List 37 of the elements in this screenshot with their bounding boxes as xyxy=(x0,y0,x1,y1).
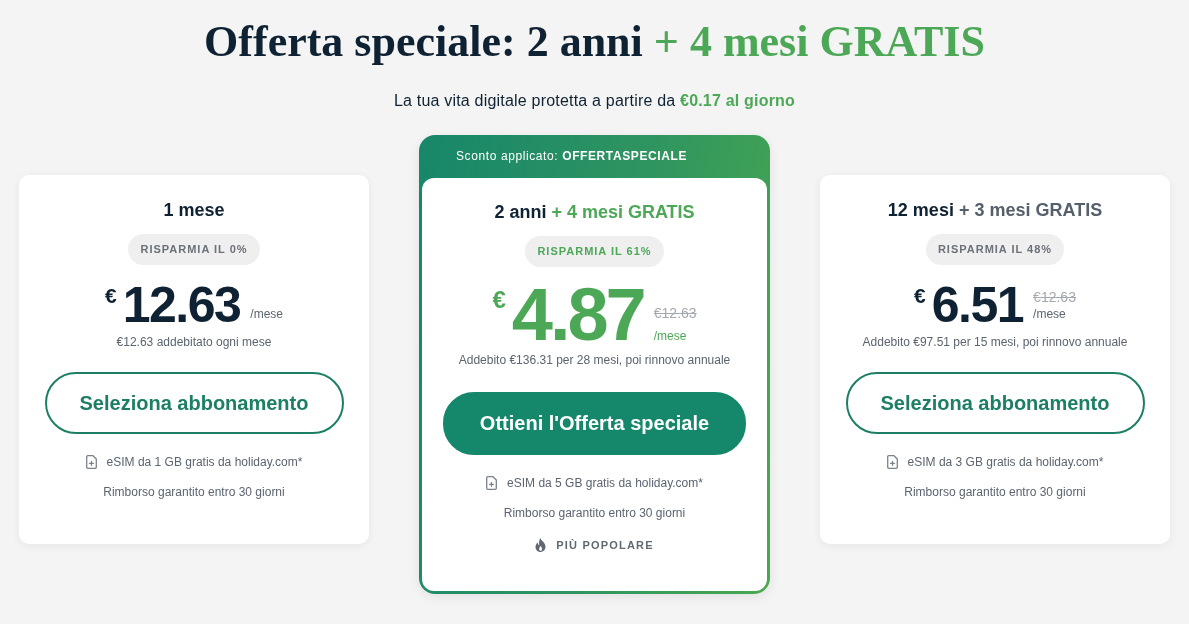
price-unit: /mese xyxy=(653,328,687,344)
price-currency: € xyxy=(492,288,506,312)
esim-offer-text: eSIM da 5 GB gratis da holiday.com* xyxy=(507,475,703,491)
billing-note: Addebito €97.51 per 15 mesi, poi rinnovo annuale xyxy=(862,334,1128,350)
select-plan-button[interactable]: Seleziona abbonamento xyxy=(845,372,1145,434)
price-unit: /mese xyxy=(250,306,283,322)
price-unit: /mese xyxy=(1033,306,1066,322)
esim-offer-text: eSIM da 3 GB gratis da holiday.com* xyxy=(907,454,1104,470)
price-currency: € xyxy=(914,284,926,308)
sim-card-icon xyxy=(886,455,898,469)
old-price: €12.63 xyxy=(653,304,697,322)
old-price: €12.63 xyxy=(1033,288,1076,306)
sim-card-icon xyxy=(486,476,498,490)
select-plan-button[interactable]: Seleziona abbonamento xyxy=(44,372,344,434)
plan-title: 12 mesi + 3 mesi GRATIS xyxy=(887,199,1103,221)
savings-badge: RISPARMIA IL 48% xyxy=(925,234,1065,265)
popular-label: PIÙ POPOLARE xyxy=(556,538,654,553)
plan-title: 2 anni + 4 mesi GRATIS xyxy=(494,201,695,223)
page-title: Offerta speciale: 2 anni + 4 mesi GRATIS xyxy=(204,16,985,68)
select-plan-button[interactable]: Ottieni l'Offerta speciale xyxy=(443,392,746,455)
refund-note: Rimborso garantito entro 30 giorni xyxy=(904,484,1086,500)
billing-note: €12.63 addebitato ogni mese xyxy=(116,334,272,350)
flame-icon xyxy=(535,538,547,552)
price-amount: 6.51 xyxy=(931,280,1024,330)
savings-badge: RISPARMIA IL 0% xyxy=(128,234,260,265)
sim-card-icon xyxy=(85,455,97,469)
price-currency: € xyxy=(105,284,117,308)
refund-note: Rimborso garantito entro 30 giorni xyxy=(103,484,285,500)
price-amount: 4.87 xyxy=(511,282,644,348)
esim-offer-text: eSIM da 1 GB gratis da holiday.com* xyxy=(106,454,303,470)
page-subtitle: La tua vita digitale protetta a partire da €0.17 al giorno xyxy=(393,91,796,111)
refund-note: Rimborso garantito entro 30 giorni xyxy=(503,505,686,521)
savings-badge: RISPARMIA IL 61% xyxy=(525,236,664,267)
price-amount: 12.63 xyxy=(122,280,241,330)
plan-title: 1 mese xyxy=(163,199,225,221)
billing-note: Addebito €136.31 per 28 mesi, poi rinnovo annuale xyxy=(458,352,731,368)
discount-code-text: Sconto applicato: OFFERTASPECIALE xyxy=(455,148,687,165)
